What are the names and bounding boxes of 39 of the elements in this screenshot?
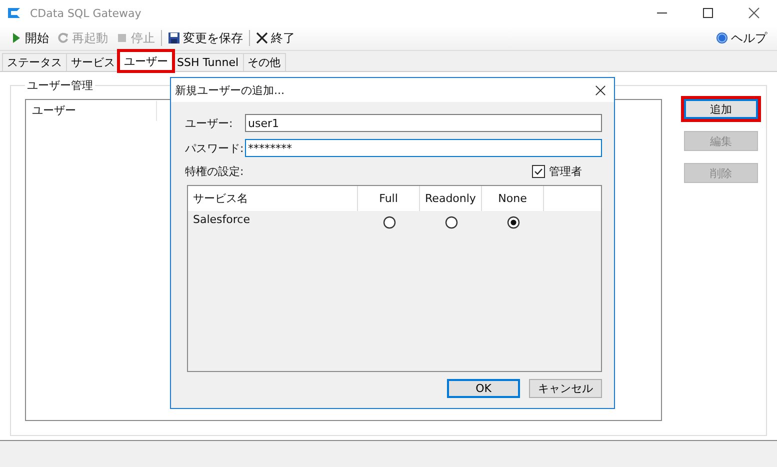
help-icon <box>716 32 728 44</box>
restart-icon <box>57 32 69 44</box>
toolbar-button[interactable]: 開始 <box>6 30 53 46</box>
radio-button[interactable] <box>382 216 396 229</box>
x-icon <box>256 32 268 44</box>
radio-button[interactable] <box>444 216 458 229</box>
service-name: Salesforce <box>192 212 251 228</box>
cancel-button[interactable]: キャンセル <box>529 379 602 398</box>
group-title: ユーザー管理 <box>26 78 94 93</box>
column-header[interactable]: Full <box>358 186 420 211</box>
window-title: CData SQL Gateway <box>30 6 142 20</box>
tab[interactable]: その他 <box>242 53 286 71</box>
column-header[interactable]: None <box>482 186 544 211</box>
tab[interactable]: サービス <box>66 53 120 71</box>
toolbar-button[interactable]: 終了 <box>252 30 299 46</box>
password-label: パスワード: <box>185 140 245 156</box>
user-field[interactable]: user1 <box>245 114 602 132</box>
column-header[interactable]: サービス名 <box>188 186 358 211</box>
privileges-label: 特権の設定: <box>185 164 244 179</box>
side-button[interactable]: 追加 <box>684 99 758 119</box>
tab[interactable]: ステータス <box>2 53 67 71</box>
column-header[interactable]: ユーザー <box>26 101 157 121</box>
help-button[interactable]: ヘルプ <box>712 30 771 46</box>
admin-label: 管理者 <box>549 164 582 179</box>
tab[interactable]: ユーザー <box>119 51 173 71</box>
app-logo-icon <box>6 5 22 21</box>
maximize-icon[interactable] <box>702 7 714 19</box>
radio-button[interactable] <box>506 216 520 229</box>
stop-icon <box>116 32 128 44</box>
close-icon[interactable] <box>595 84 606 96</box>
dialog-title: 新規ユーザーの追加... <box>175 82 284 98</box>
toolbar-button[interactable]: 変更を保存 <box>164 30 247 46</box>
column-header[interactable]: Readonly <box>420 186 482 211</box>
ok-button[interactable]: OK <box>447 379 520 398</box>
password-field[interactable]: ******** <box>245 139 602 157</box>
checkbox[interactable] <box>532 165 545 178</box>
play-icon <box>10 32 22 44</box>
close-icon[interactable] <box>748 7 760 19</box>
user-label: ユーザー: <box>185 116 234 130</box>
